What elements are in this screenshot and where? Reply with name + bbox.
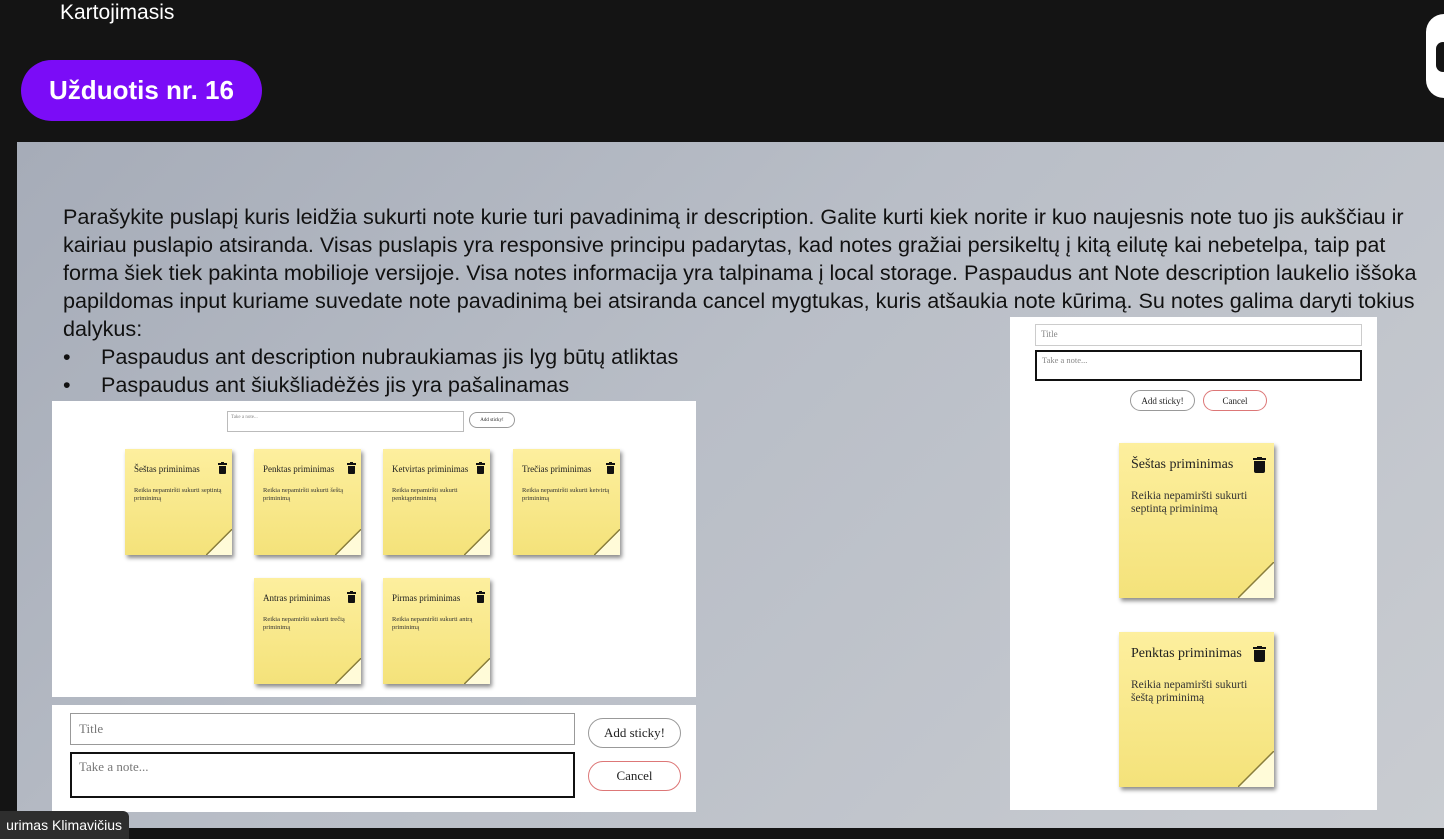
- trash-icon[interactable]: [347, 462, 356, 474]
- add-sticky-button[interactable]: Add sticky!: [1130, 390, 1195, 411]
- note-input[interactable]: Take a note...: [227, 411, 464, 432]
- note-input[interactable]: Take a note...: [1035, 350, 1362, 381]
- mobile-preview: Title Take a note... Add sticky! Cancel …: [1010, 317, 1377, 810]
- trash-icon[interactable]: [1253, 456, 1266, 473]
- note-body[interactable]: Reikia nepamiršti sukurti trečią primini…: [263, 616, 353, 632]
- trash-icon[interactable]: [1253, 645, 1266, 662]
- trash-icon[interactable]: [218, 462, 227, 474]
- note-body[interactable]: Reikia nepamiršti sukurti septintą primi…: [134, 487, 224, 503]
- note-curl-icon: [464, 529, 490, 555]
- trash-icon[interactable]: [347, 591, 356, 603]
- note-body[interactable]: Reikia nepamiršti sukurti ketvirtą primi…: [522, 487, 612, 503]
- sticky-note: Šeštas priminimas Reikia nepamiršti suku…: [1119, 443, 1274, 598]
- note-curl-icon: [594, 529, 620, 555]
- note-title: Penktas priminimas: [1131, 646, 1242, 661]
- note-curl-icon: [335, 658, 361, 684]
- note-title: Penktas priminimas: [263, 464, 335, 474]
- sticky-note: Šeštas priminimas Reikia nepamiršti suku…: [125, 449, 232, 555]
- note-body[interactable]: Reikia nepamiršti sukurti šeštą priminim…: [1131, 679, 1254, 705]
- title-input[interactable]: Title: [70, 713, 575, 745]
- sticky-note: Penktas priminimas Reikia nepamiršti suk…: [254, 449, 361, 555]
- add-sticky-button[interactable]: Add sticky!: [469, 412, 515, 428]
- note-curl-icon: [335, 529, 361, 555]
- slide: Parašykite puslapį kuris leidžia sukurti…: [17, 142, 1444, 828]
- sticky-note: Trečias priminimas Reikia nepamiršti suk…: [513, 449, 620, 555]
- app-logo-icon: [1426, 14, 1444, 98]
- note-title: Pirmas priminimas: [392, 593, 461, 603]
- sticky-note: Penktas priminimas Reikia nepamiršti suk…: [1119, 632, 1274, 787]
- note-curl-icon: [464, 658, 490, 684]
- trash-icon[interactable]: [606, 462, 615, 474]
- note-body[interactable]: Reikia nepamiršti sukurti penktąpriminim…: [392, 487, 482, 503]
- note-curl-icon: [1238, 562, 1274, 598]
- task-badge: Užduotis nr. 16: [21, 60, 262, 121]
- title-input[interactable]: Title: [1035, 324, 1362, 346]
- cancel-button[interactable]: Cancel: [1203, 390, 1267, 411]
- speaker-name-tag: urimas Klimavičius: [0, 811, 129, 839]
- trash-icon[interactable]: [476, 462, 485, 474]
- cancel-button[interactable]: Cancel: [588, 761, 681, 791]
- add-sticky-button[interactable]: Add sticky!: [588, 718, 681, 748]
- lesson-title: Kartojimasis: [60, 1, 175, 24]
- note-curl-icon: [206, 529, 232, 555]
- sticky-note: Antras priminimas Reikia nepamiršti suku…: [254, 578, 361, 684]
- note-body[interactable]: Reikia nepamiršti sukurti šeštą priminim…: [263, 487, 353, 503]
- note-body[interactable]: Reikia nepamiršti sukurti antrą priminim…: [392, 616, 482, 632]
- trash-icon[interactable]: [476, 591, 485, 603]
- note-input[interactable]: Take a note...: [70, 752, 575, 798]
- desktop-preview: Take a note... Add sticky! Šeštas primin…: [52, 401, 696, 697]
- note-title: Trečias priminimas: [522, 464, 592, 474]
- note-title: Ketvirtas priminimas: [392, 464, 469, 474]
- note-title: Antras priminimas: [263, 593, 331, 603]
- sticky-note: Ketvirtas priminimas Reikia nepamiršti s…: [383, 449, 490, 555]
- sticky-note: Pirmas priminimas Reikia nepamiršti suku…: [383, 578, 490, 684]
- note-title: Šeštas priminimas: [1131, 457, 1234, 472]
- note-curl-icon: [1238, 751, 1274, 787]
- form-preview: Title Take a note... Add sticky! Cancel: [52, 705, 696, 812]
- note-title: Šeštas priminimas: [134, 464, 200, 474]
- note-body[interactable]: Reikia nepamiršti sukurti septintą primi…: [1131, 490, 1254, 516]
